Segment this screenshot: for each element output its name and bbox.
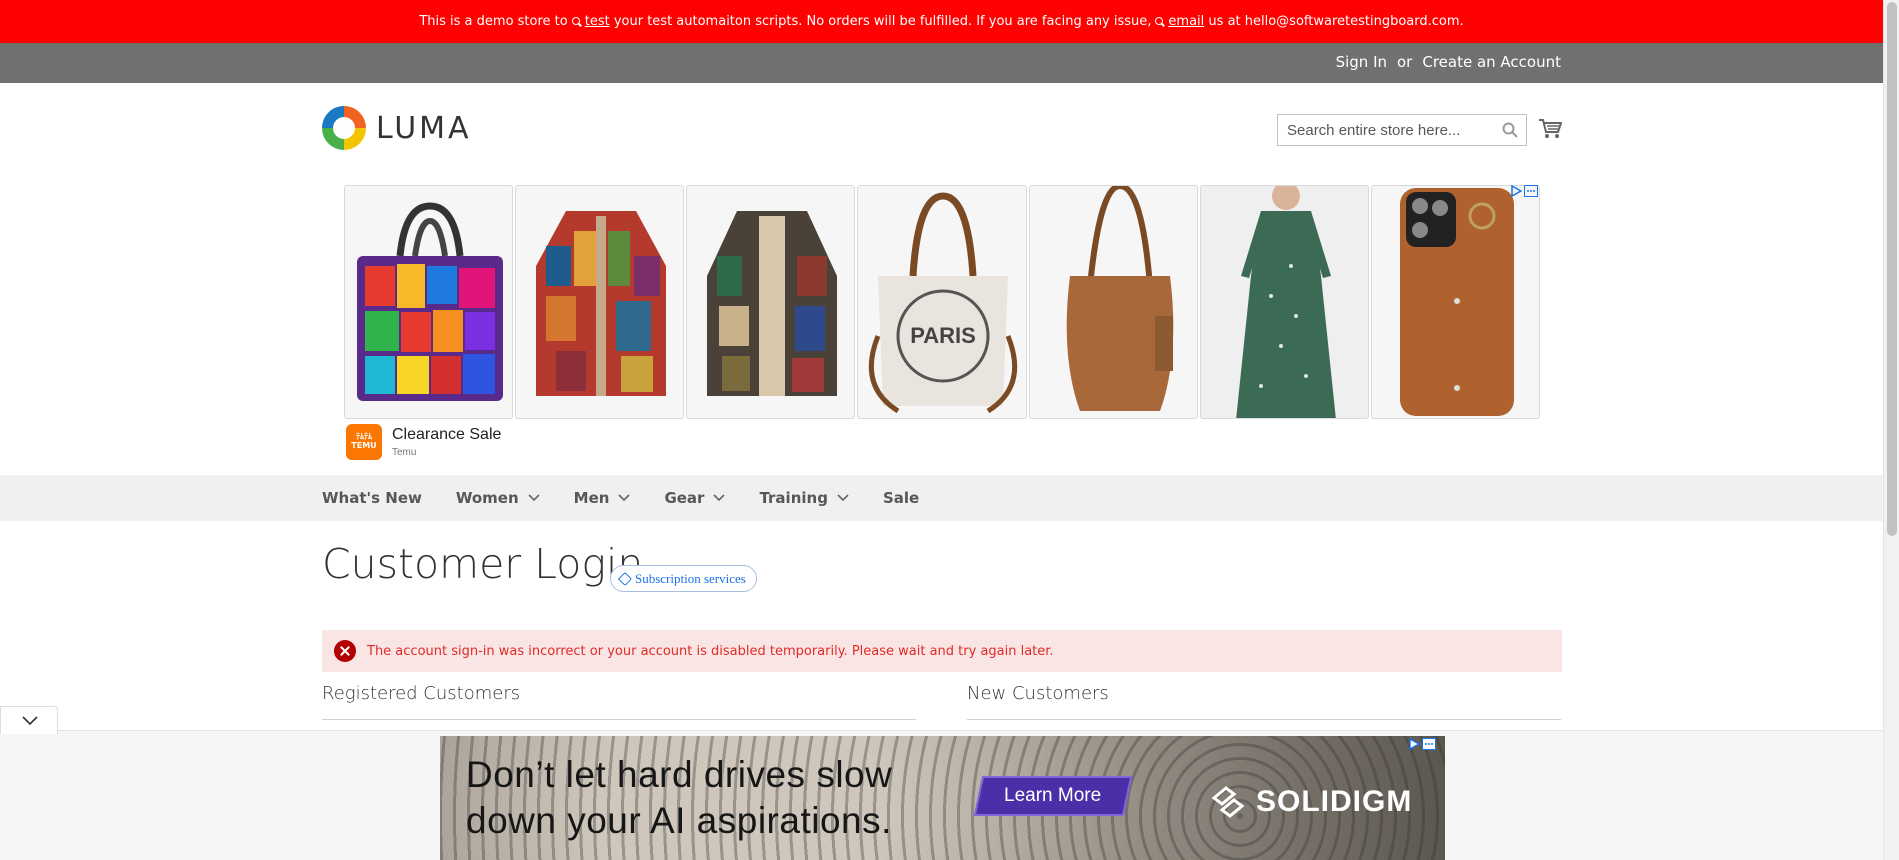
account-bar: Sign In or Create an Account bbox=[0, 43, 1883, 83]
notice-test-link[interactable]: test bbox=[585, 14, 610, 29]
chevron-down-icon bbox=[22, 716, 38, 726]
temu-logo[interactable]: ﾃﾑﾃﾑ TEMU bbox=[346, 424, 382, 460]
or-separator: or bbox=[1397, 53, 1413, 71]
nav-item-sale[interactable]: Sale bbox=[883, 489, 919, 507]
ad-headline: Don’t let hard drives slow down your AI … bbox=[466, 752, 892, 844]
nav-item-men[interactable]: Men bbox=[574, 489, 631, 507]
subscription-services-badge[interactable]: Subscription services bbox=[610, 565, 757, 592]
search-icon bbox=[571, 16, 582, 27]
ad-product-patchwork-coat[interactable] bbox=[515, 185, 685, 419]
ad-headline-line-1: Don’t let hard drives slow bbox=[466, 754, 893, 795]
ad-product-paris-handbag[interactable]: PARIS bbox=[857, 185, 1027, 419]
ad-title[interactable]: Clearance Sale bbox=[392, 426, 501, 444]
ad-banner[interactable]: PARIS ﾃﾑﾃﾑ TEMU Clearance Sale Temu bbox=[344, 185, 1540, 465]
nav-label: What's New bbox=[322, 489, 422, 507]
scrollbar-thumb[interactable] bbox=[1887, 2, 1897, 536]
logo-text: LUMA bbox=[376, 110, 472, 146]
brown-hobo-bag-image bbox=[1066, 186, 1173, 411]
error-text: The account sign-in was incorrect or you… bbox=[367, 643, 1054, 659]
main-navigation: What's New Women Men Gear Training Sale bbox=[0, 475, 1883, 521]
ad-advertiser: Temu bbox=[392, 447, 417, 458]
ad-headline-line-2: down your AI aspirations. bbox=[466, 800, 892, 841]
chevron-down-icon bbox=[837, 494, 849, 502]
notice-email-link[interactable]: email bbox=[1168, 14, 1204, 29]
ad-options-icon[interactable] bbox=[1524, 185, 1538, 197]
create-account-link[interactable]: Create an Account bbox=[1422, 53, 1561, 71]
page-title: Customer Login bbox=[322, 540, 644, 588]
nav-label: Sale bbox=[882, 489, 920, 507]
notice-text-pre: This is a demo store to bbox=[419, 14, 568, 29]
ad-product-phone-case[interactable] bbox=[1370, 185, 1540, 419]
error-message: The account sign-in was incorrect or you… bbox=[322, 630, 1562, 672]
error-icon bbox=[334, 640, 356, 662]
registered-customers-title: Registered Customers bbox=[322, 683, 521, 704]
patchwork-coat-image bbox=[536, 211, 667, 396]
patchwork-hooded-coat-image bbox=[707, 211, 838, 396]
sign-in-link[interactable]: Sign In bbox=[1336, 53, 1387, 71]
ad-product-patchwork-hooded-coat[interactable] bbox=[686, 185, 856, 419]
phone-case-image bbox=[1399, 188, 1514, 416]
learn-more-label: Learn More bbox=[1004, 785, 1102, 806]
tag-icon bbox=[617, 571, 633, 587]
nav-label: Men bbox=[573, 489, 610, 507]
nav-item-women[interactable]: Women bbox=[456, 489, 540, 507]
new-customers-title: New Customers bbox=[967, 683, 1109, 704]
luma-logo-icon bbox=[322, 106, 366, 150]
adchoices-badge[interactable] bbox=[1510, 185, 1538, 197]
nav-label: Women bbox=[455, 489, 519, 507]
nav-label: Training bbox=[759, 489, 828, 507]
nav-label: Gear bbox=[664, 489, 705, 507]
cart-icon[interactable] bbox=[1538, 118, 1562, 140]
svg-text:PARIS: PARIS bbox=[911, 323, 977, 348]
paris-handbag-image: PARIS bbox=[869, 192, 1018, 414]
notice-text-post: us at hello@softwaretestingboard.com. bbox=[1208, 14, 1464, 29]
demo-notice-bar: This is a demo store to test your test a… bbox=[0, 0, 1883, 43]
page-scrollbar[interactable] bbox=[1883, 0, 1899, 860]
divider bbox=[967, 719, 1561, 720]
search-icon[interactable] bbox=[1502, 122, 1518, 138]
ad-product-floral-dress[interactable] bbox=[1199, 185, 1369, 419]
notice-text-mid: your test automaiton scripts. No orders … bbox=[613, 14, 1152, 29]
solidigm-logo: SOLIDIGM bbox=[1208, 784, 1412, 820]
chevron-down-icon bbox=[528, 494, 540, 502]
store-logo[interactable]: LUMA bbox=[322, 106, 472, 150]
nav-item-training[interactable]: Training bbox=[759, 489, 849, 507]
adchoices-badge[interactable] bbox=[1408, 738, 1436, 750]
search-icon bbox=[1155, 16, 1165, 27]
tote-bag-image bbox=[357, 202, 503, 401]
subscription-services-label: Subscription services bbox=[635, 570, 746, 586]
solidigm-brand-text: SOLIDIGM bbox=[1256, 785, 1413, 818]
search-input[interactable] bbox=[1277, 114, 1527, 146]
adchoices-play-icon[interactable] bbox=[1408, 738, 1420, 750]
ad-product-brown-hobo-bag[interactable] bbox=[1028, 185, 1198, 419]
solidigm-logo-icon bbox=[1211, 786, 1245, 818]
learn-more-button[interactable]: Learn More bbox=[973, 776, 1133, 816]
solidigm-ad[interactable]: Don’t let hard drives slow down your AI … bbox=[440, 736, 1445, 860]
nav-item-gear[interactable]: Gear bbox=[664, 489, 726, 507]
chevron-down-icon bbox=[618, 494, 631, 502]
adchoices-play-icon[interactable] bbox=[1510, 185, 1522, 197]
chevron-down-icon bbox=[713, 494, 726, 502]
ad-options-icon[interactable] bbox=[1422, 738, 1436, 750]
floral-dress-image bbox=[1200, 186, 1368, 418]
divider bbox=[322, 719, 916, 720]
collapse-ad-button[interactable] bbox=[0, 706, 58, 734]
nav-item-whats-new[interactable]: What's New bbox=[322, 489, 422, 507]
temu-logo-line-2: TEMU bbox=[351, 441, 377, 450]
ad-product-tote-bag[interactable] bbox=[344, 185, 514, 419]
